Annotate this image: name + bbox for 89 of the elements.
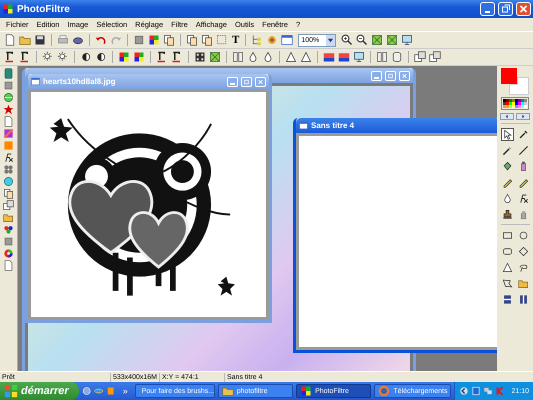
pointer-icon[interactable] — [500, 128, 514, 141]
copy-icon[interactable] — [186, 34, 198, 46]
triangle-icon[interactable] — [300, 51, 312, 63]
document-title: Sans titre 4 — [311, 121, 354, 130]
color-bar-icon[interactable] — [338, 51, 350, 63]
cylinder-icon[interactable] — [391, 51, 403, 63]
contrast-icon[interactable] — [80, 51, 92, 63]
folder-icon[interactable] — [19, 34, 31, 46]
gamma-icon[interactable] — [4, 51, 16, 63]
dots-icon[interactable] — [194, 51, 206, 63]
copy-icon[interactable] — [3, 188, 14, 199]
color-grid-icon[interactable] — [148, 34, 160, 46]
monitor-icon[interactable] — [353, 51, 365, 63]
close-icon — [518, 4, 529, 14]
folder-icon[interactable] — [3, 212, 14, 223]
gamma-icon[interactable] — [19, 51, 31, 63]
next-button[interactable] — [516, 113, 530, 120]
color-grid-icon[interactable] — [118, 51, 130, 63]
line-icon[interactable] — [516, 144, 530, 157]
previous-button[interactable] — [500, 113, 514, 120]
undo-icon[interactable] — [95, 34, 107, 46]
fit-window-icon[interactable] — [209, 51, 221, 63]
ball-icon[interactable] — [3, 176, 14, 187]
window-icon[interactable] — [281, 34, 294, 46]
minimize-icon — [374, 76, 379, 78]
stamp-icon[interactable] — [500, 208, 514, 221]
close-icon — [257, 78, 264, 84]
minimize-button[interactable] — [480, 2, 495, 16]
polygon-icon[interactable] — [500, 277, 514, 290]
document-title-bar[interactable]: Sans titre 4 — [296, 118, 497, 133]
zoom-in-icon[interactable] — [341, 34, 354, 46]
more-button[interactable]: » — [118, 386, 132, 396]
color-grid-icon[interactable] — [133, 51, 145, 63]
color-bar-icon[interactable] — [323, 51, 335, 63]
start-button[interactable]: démarrer — [0, 382, 79, 400]
monitor-icon[interactable] — [401, 34, 414, 46]
fit-window-icon[interactable] — [386, 34, 398, 46]
columns-icon[interactable] — [232, 51, 244, 63]
magic-wand-icon[interactable] — [500, 144, 514, 157]
gamma-icon[interactable] — [171, 51, 183, 63]
frames-icon[interactable] — [414, 51, 426, 63]
square-icon[interactable] — [133, 34, 145, 46]
minimize-icon — [230, 82, 235, 84]
frames-icon[interactable] — [429, 51, 441, 63]
pattern-icon[interactable] — [3, 164, 14, 175]
selection-icon[interactable] — [216, 34, 228, 46]
brightness-icon[interactable] — [42, 51, 54, 63]
foreground-color[interactable] — [501, 68, 517, 84]
folder-icon — [222, 385, 234, 397]
fx-icon[interactable] — [3, 152, 14, 163]
tree-icon[interactable] — [251, 34, 264, 46]
maximize-icon — [243, 78, 250, 84]
columns-icon[interactable] — [376, 51, 388, 63]
diamond-icon[interactable] — [516, 245, 530, 258]
maximize-icon — [387, 72, 394, 78]
document-title: hearts10hd8al8.jpg — [43, 77, 116, 86]
triangle-icon[interactable] — [285, 51, 297, 63]
gradient-icon[interactable] — [3, 128, 14, 139]
rgb-circles-icon[interactable] — [3, 224, 14, 235]
contrast-icon[interactable] — [95, 51, 107, 63]
square-icon[interactable] — [3, 236, 14, 247]
app-icon — [2, 3, 14, 15]
copy-icon[interactable] — [163, 34, 175, 46]
close-icon — [401, 72, 408, 78]
square-icon[interactable] — [3, 80, 14, 91]
restore-button[interactable] — [498, 2, 513, 16]
copy-icon[interactable] — [201, 34, 213, 46]
star-icon[interactable] — [3, 104, 14, 115]
restore-icon — [500, 4, 511, 14]
brightness-icon[interactable] — [57, 51, 69, 63]
minimize-icon — [485, 11, 490, 13]
zoom-out-icon[interactable] — [356, 34, 368, 46]
drop-icon[interactable] — [262, 51, 274, 63]
close-button[interactable] — [516, 2, 531, 16]
drop-icon[interactable] — [247, 51, 259, 63]
text-tool[interactable]: T — [230, 34, 242, 46]
window-title: PhotoFiltre — [17, 4, 70, 14]
image-icon — [31, 77, 40, 86]
triangle-icon[interactable] — [500, 261, 514, 274]
gamma-icon[interactable] — [156, 51, 168, 63]
fit-window-icon[interactable] — [371, 34, 384, 46]
flag-icon — [4, 384, 18, 398]
frames-icon[interactable] — [3, 200, 14, 211]
color-wheel-icon[interactable] — [3, 248, 14, 259]
caret-icon — [327, 36, 334, 44]
image-icon — [299, 121, 308, 130]
app-icon — [300, 385, 312, 397]
color-palette[interactable] — [501, 97, 529, 110]
sphere-icon[interactable] — [3, 92, 14, 103]
